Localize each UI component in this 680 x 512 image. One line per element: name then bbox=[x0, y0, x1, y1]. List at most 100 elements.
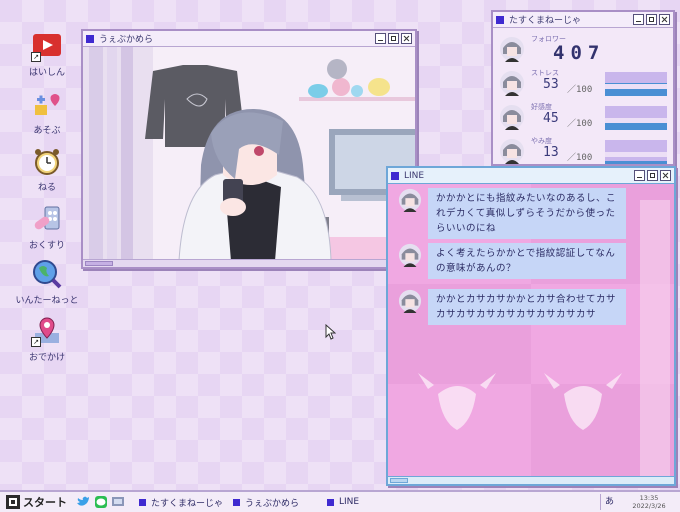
stat-max: ／100 bbox=[567, 119, 593, 129]
window-app-icon bbox=[496, 15, 504, 24]
webcam-scene-image bbox=[83, 47, 415, 262]
clock-time: 13:35 bbox=[639, 494, 659, 502]
desktop-icon-label: おでかけ bbox=[28, 353, 65, 363]
map-pin-icon: ↗ bbox=[31, 315, 63, 347]
maximize-button[interactable] bbox=[388, 33, 399, 44]
taskbar-item-task-manager[interactable]: たすくまねーじゃ bbox=[134, 494, 224, 510]
minimize-button[interactable] bbox=[634, 170, 645, 181]
stat-value: 45 bbox=[543, 111, 559, 126]
desktop-icon-outing[interactable]: ↗ おでかけ bbox=[12, 315, 82, 363]
ime-indicator[interactable]: あ bbox=[600, 494, 618, 510]
chat-message: かかとカサカサかかとカサ合わせてカサカサカサカサカサカサカサカサカサ bbox=[398, 289, 626, 325]
window-title: LINE bbox=[404, 170, 425, 181]
window-titlebar[interactable]: うぇぶかめら bbox=[83, 31, 415, 47]
stat-row-affection: 好感度 45 ／100 bbox=[499, 102, 669, 134]
chat-area: かかかとにも指紋みたいなのあるし、これデカくて真似しずらそうだから使ったらいいの… bbox=[388, 184, 674, 484]
window-app-icon bbox=[391, 171, 399, 180]
window-app-icon bbox=[86, 34, 94, 43]
pill-icon bbox=[31, 203, 63, 235]
game-controller-icon bbox=[31, 88, 63, 120]
scrollbar-thumb[interactable] bbox=[85, 261, 113, 266]
shortcut-arrow-icon: ↗ bbox=[31, 52, 41, 62]
avatar bbox=[500, 105, 524, 130]
minimize-button[interactable] bbox=[375, 33, 386, 44]
avatar bbox=[500, 139, 524, 164]
webcam-window: うぇぶかめら bbox=[81, 29, 417, 269]
alarm-clock-icon bbox=[31, 145, 63, 177]
line-app-icon[interactable] bbox=[94, 495, 108, 509]
task-app-icon bbox=[233, 498, 240, 506]
system-tray: あ 13:35 2022/3/26 bbox=[600, 492, 680, 512]
close-button[interactable] bbox=[401, 33, 412, 44]
stat-meter bbox=[605, 72, 667, 96]
avatar bbox=[500, 71, 524, 96]
chat-bubble: よく考えたらかかとで指紋認証してなんの意味があんの？ bbox=[428, 243, 626, 279]
start-button[interactable]: スタート bbox=[2, 493, 71, 511]
shortcut-arrow-icon: ↗ bbox=[31, 337, 41, 347]
start-logo-icon bbox=[6, 495, 20, 509]
minimize-button[interactable] bbox=[633, 14, 644, 25]
window-title: うぇぶかめら bbox=[99, 35, 154, 45]
avatar bbox=[500, 37, 524, 62]
stat-value: 13 bbox=[543, 145, 559, 160]
task-label: たすくまねーじゃ bbox=[151, 498, 224, 509]
horizontal-scrollbar[interactable] bbox=[83, 259, 415, 267]
stat-meter-fill bbox=[605, 160, 667, 164]
taskbar-item-line[interactable]: LINE bbox=[322, 494, 410, 510]
desktop-icon-label: いんたーねっと bbox=[15, 296, 79, 306]
quick-launch bbox=[77, 495, 128, 509]
chat-bubble: かかかとにも指紋みたいなのあるし、これデカくて真似しずらそうだから使ったらいいの… bbox=[428, 188, 626, 239]
line-chat-window: LINE かかかとにも指紋みたいなのあるし、これデカくて真似しずらそうだから使っ… bbox=[386, 166, 676, 486]
desktop-icon-sleep[interactable]: ねる bbox=[12, 145, 82, 193]
window-title: たすくまねーじゃ bbox=[509, 16, 582, 26]
horizontal-scrollbar[interactable] bbox=[388, 476, 674, 484]
window-titlebar[interactable]: LINE bbox=[388, 168, 674, 184]
window-titlebar[interactable]: たすくまねーじゃ bbox=[493, 12, 673, 28]
desktop-icon-label: おくすり bbox=[28, 241, 65, 251]
task-manager-window: たすくまねーじゃ フォロワー 407 ストレス 53 ／100 好感度 45 ／… bbox=[491, 10, 675, 166]
desktop-icon-stream[interactable]: ↗ はいしん bbox=[12, 30, 82, 78]
twitter-bird-icon[interactable] bbox=[77, 495, 91, 509]
desktop-icon-play[interactable]: あそぶ bbox=[12, 88, 82, 136]
desktop-icon-medicine[interactable]: おくすり bbox=[12, 203, 82, 251]
close-button[interactable] bbox=[659, 14, 670, 25]
clock-date: 2022/3/26 bbox=[632, 502, 666, 510]
stat-meter bbox=[605, 106, 667, 130]
followers-value: 407 bbox=[553, 42, 606, 64]
start-label: スタート bbox=[23, 496, 67, 509]
webcam-feed bbox=[83, 47, 415, 267]
chat-message: よく考えたらかかとで指紋認証してなんの意味があんの？ bbox=[398, 243, 626, 279]
close-button[interactable] bbox=[660, 170, 671, 181]
internet-globe-icon bbox=[31, 258, 63, 290]
stat-max: ／100 bbox=[567, 153, 593, 163]
stat-row-darkness: やみ度 13 ／100 bbox=[499, 136, 669, 168]
task-label: うぇぶかめら bbox=[245, 498, 300, 509]
stats-panel: フォロワー 407 ストレス 53 ／100 好感度 45 ／100 やみ度 1… bbox=[493, 28, 673, 164]
stat-max: ／100 bbox=[567, 85, 593, 95]
video-play-icon: ↗ bbox=[31, 30, 63, 62]
task-app-icon bbox=[327, 498, 334, 506]
avatar bbox=[398, 243, 422, 267]
desktop-icon-label: ねる bbox=[37, 183, 56, 193]
task-label: LINE bbox=[339, 497, 360, 507]
scrollbar-thumb[interactable] bbox=[390, 478, 408, 483]
stat-meter bbox=[605, 140, 667, 164]
chat-message: かかかとにも指紋みたいなのあるし、これデカくて真似しずらそうだから使ったらいいの… bbox=[398, 188, 626, 239]
taskbar-item-webcam[interactable]: うぇぶかめら bbox=[228, 494, 316, 510]
stat-value: 53 bbox=[543, 77, 559, 92]
taskbar: スタート たすくまねーじゃ うぇぶかめら LINE あ 13:35 2022/3… bbox=[0, 490, 680, 512]
avatar bbox=[398, 188, 422, 212]
mouse-cursor-icon bbox=[325, 324, 336, 340]
desktop-icon-label: あそぶ bbox=[33, 126, 61, 136]
clock: 13:35 2022/3/26 bbox=[618, 494, 680, 510]
chat-bubble: かかとカサカサかかとカサ合わせてカサカサカサカサカサカサカサカサカサ bbox=[428, 289, 626, 325]
avatar bbox=[398, 289, 422, 313]
desktop-icon-label: はいしん bbox=[28, 68, 65, 78]
followers-row: フォロワー 407 bbox=[499, 34, 669, 64]
maximize-button[interactable] bbox=[647, 170, 658, 181]
desktop-icon-internet[interactable]: いんたーねっと bbox=[12, 258, 82, 306]
task-app-icon bbox=[139, 498, 146, 506]
stat-row-stress: ストレス 53 ／100 bbox=[499, 68, 669, 100]
maximize-button[interactable] bbox=[646, 14, 657, 25]
webcam-app-icon[interactable] bbox=[111, 495, 125, 509]
